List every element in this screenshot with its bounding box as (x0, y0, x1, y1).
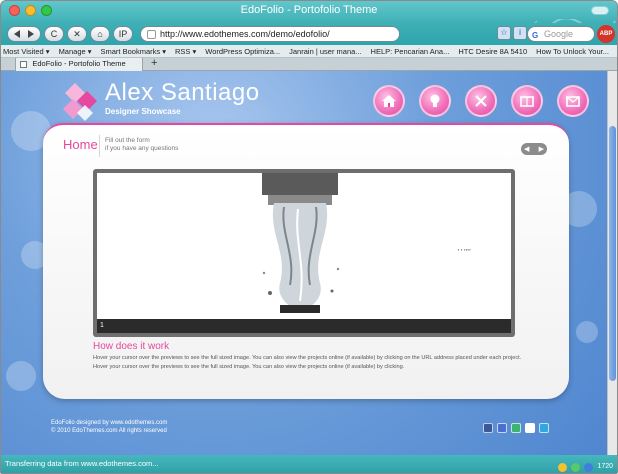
tab-bar: EdoFolio - Portofolio Theme + (1, 57, 617, 71)
back-forward-button[interactable] (7, 26, 41, 42)
title-divider (99, 135, 100, 157)
window-controls (9, 5, 52, 16)
page-subtitle: Fill out the form if you have any questi… (105, 137, 178, 153)
ideas-nav-button[interactable] (419, 85, 451, 117)
howto-heading: How does it work (93, 341, 170, 352)
bookmark-icon[interactable]: ☆ (497, 26, 511, 40)
close-window-button[interactable] (9, 5, 20, 16)
status-counter: 1720 (597, 463, 613, 470)
howto-description: Hover your cursor over the previews to s… (93, 355, 522, 370)
brand-name[interactable]: Alex Santiago (105, 79, 260, 107)
ip-button[interactable]: IP (113, 26, 133, 42)
services-nav-button[interactable] (465, 85, 497, 117)
status-text: Transferring data from www.edothemes.com… (5, 459, 159, 468)
portfolio-icon (520, 96, 534, 107)
bookmark-item[interactable]: Most Visited ▾ (3, 47, 50, 56)
page-title: Home (63, 137, 98, 152)
web-page: Alex Santiago Designer Showcase Home Fil… (1, 71, 609, 455)
content-panel: Home Fill out the form if you have any q… (43, 123, 569, 399)
bookmark-item[interactable]: How To Unlock Your... (536, 47, 609, 56)
lightbulb-icon (430, 94, 440, 107)
prev-arrow-icon[interactable]: ◀ (524, 145, 529, 153)
window-title: EdoFolio - Portofolio Theme (240, 4, 378, 16)
subtitle-line: if you have any questions (105, 145, 179, 152)
mail-icon (566, 96, 580, 107)
new-tab-button[interactable]: + (151, 57, 157, 69)
bokeh-decoration (6, 361, 36, 391)
footer-credit[interactable]: EdoFolio designed by www.edothemes.com (51, 419, 167, 427)
vertical-scrollbar[interactable] (607, 71, 617, 455)
title-bar: EdoFolio - Portofolio Theme (1, 1, 617, 23)
bookmarks-bar: Most Visited ▾ Manage ▾ Smart Bookmarks … (1, 45, 617, 58)
site-nav (373, 85, 589, 117)
back-arrow-icon (14, 30, 34, 38)
bookmark-item[interactable]: Janrain | user mana... (289, 47, 361, 56)
tab-label: EdoFolio - Portofolio Theme (32, 59, 126, 68)
logo-icon[interactable] (61, 81, 105, 121)
bokeh-decoration (576, 321, 598, 343)
page-icon (20, 61, 27, 68)
bookmark-controls: ☆ i (497, 26, 527, 40)
social-links (483, 423, 549, 433)
portfolio-nav-button[interactable] (511, 85, 543, 117)
home-icon (382, 95, 396, 107)
facebook-icon[interactable] (483, 423, 493, 433)
bookmark-item[interactable]: HELP: Pencarian Ana... (371, 47, 450, 56)
security-icon[interactable] (571, 462, 581, 472)
search-placeholder: Google (544, 29, 574, 39)
bookmark-item[interactable]: Smart Bookmarks ▾ (101, 47, 166, 56)
minimize-window-button[interactable] (25, 5, 36, 16)
image-viewer[interactable]: ▪ ▪ ▪▪▪▪ 1 (93, 169, 515, 337)
splash-artwork (262, 173, 340, 313)
status-bar: Transferring data from www.edothemes.com… (1, 455, 617, 473)
site-footer: EdoFolio designed by www.edothemes.com ©… (51, 419, 167, 435)
flickr-icon[interactable] (511, 423, 521, 433)
stop-button[interactable]: ✕ (67, 26, 87, 42)
home-button[interactable]: ⌂ (90, 26, 110, 42)
contact-nav-button[interactable] (557, 85, 589, 117)
search-input[interactable]: G Google (527, 26, 595, 42)
next-arrow-icon[interactable]: ▶ (539, 145, 544, 153)
adblock-icon[interactable]: ABP (597, 25, 615, 43)
navigation-toolbar: C ✕ ⌂ IP http://www.edothemes.com/demo/e… (1, 23, 617, 45)
toolbar-toggle-button[interactable] (591, 6, 609, 15)
site-favicon-icon (147, 29, 156, 39)
status-icons: 1720 (558, 458, 613, 473)
slide-counter: 1 (97, 319, 511, 333)
slide-pager[interactable]: ◀ ▶ (521, 143, 547, 155)
tab-edofolio[interactable]: EdoFolio - Portofolio Theme (15, 58, 143, 71)
footer-copyright: © 2010 EdoThemes.com All rights reserved (51, 428, 167, 434)
tools-icon (475, 95, 487, 107)
bookmark-item[interactable]: WordPress Optimiza... (205, 47, 280, 56)
sync-icon[interactable] (584, 462, 594, 472)
zoom-window-button[interactable] (41, 5, 52, 16)
subtitle-line: Fill out the form (105, 137, 150, 144)
reload-button[interactable]: C (44, 26, 64, 42)
info-icon[interactable]: i (513, 26, 527, 40)
bookmark-item[interactable]: Manage ▾ (59, 47, 92, 56)
addon-icon[interactable] (558, 462, 568, 472)
bookmark-item[interactable]: RSS ▾ (175, 47, 196, 56)
artwork-caption-icon: ▪ ▪ ▪▪▪▪ (457, 247, 471, 252)
delicious-icon[interactable] (497, 423, 507, 433)
google-icon: G (532, 31, 539, 40)
address-url: http://www.edothemes.com/demo/edofolio/ (160, 29, 330, 39)
twitter-icon[interactable] (539, 423, 549, 433)
preview-image[interactable]: ▪ ▪ ▪▪▪▪ 1 (97, 173, 511, 333)
digg-icon[interactable] (525, 423, 535, 433)
site-header: Alex Santiago Designer Showcase (61, 77, 601, 127)
bookmark-item[interactable]: HTC Desire 8A 5410 (458, 47, 527, 56)
address-bar[interactable]: http://www.edothemes.com/demo/edofolio/ (140, 26, 400, 42)
home-nav-button[interactable] (373, 85, 405, 117)
scrollbar-thumb[interactable] (609, 126, 616, 381)
browser-window: EdoFolio - Portofolio Theme C ✕ ⌂ IP htt… (0, 0, 618, 474)
brand-tagline: Designer Showcase (105, 107, 181, 116)
